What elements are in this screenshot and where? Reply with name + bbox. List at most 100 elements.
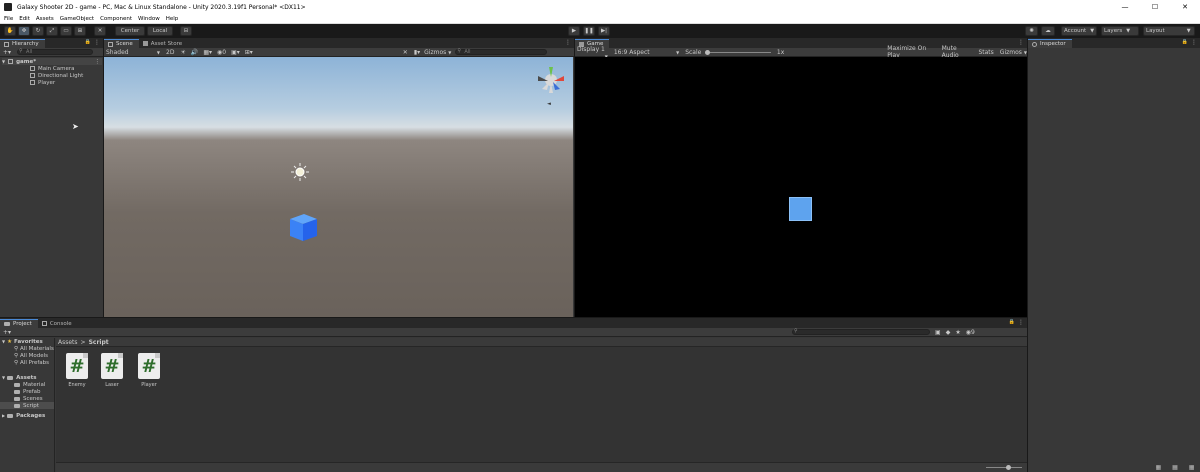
hierarchy-search-input[interactable]: All — [17, 49, 94, 55]
project-search-input[interactable] — [792, 329, 931, 335]
scale-tool-icon[interactable]: ⤢ — [46, 26, 58, 36]
progress-icon[interactable]: ▦ — [1172, 464, 1178, 471]
move-tool-icon[interactable]: ✥ — [18, 26, 30, 36]
layers-dropdown[interactable]: Layers ▼ — [1101, 26, 1139, 36]
hidden-objects-icon[interactable]: ◉0 — [217, 49, 226, 56]
folder-material[interactable]: Material — [14, 381, 45, 388]
lighting-icon[interactable]: ☀ — [180, 49, 185, 56]
shading-mode-dropdown[interactable]: Shaded ▼ — [106, 49, 160, 56]
folder-prefab[interactable]: Prefab — [14, 388, 41, 395]
rect-tool-icon[interactable]: ▭ — [60, 26, 72, 36]
close-button[interactable]: ✕ — [1170, 0, 1200, 14]
tab-inspector[interactable]: Inspector — [1028, 39, 1072, 48]
account-dropdown[interactable]: Account ▼ — [1061, 26, 1097, 36]
directional-light-icon[interactable] — [291, 163, 309, 181]
packages-row[interactable]: ▶ Packages — [2, 412, 45, 419]
transform-tool-icon[interactable]: ⊞ — [74, 26, 86, 36]
script-asset-enemy[interactable]: # Enemy — [64, 353, 90, 388]
layout-dropdown[interactable]: Layout ▼ — [1143, 26, 1195, 36]
scene-menu-icon[interactable]: ⋮ — [95, 59, 101, 65]
pivot-local-button[interactable]: Local — [147, 26, 173, 36]
scene-search-input[interactable]: All — [455, 49, 548, 55]
script-asset-player[interactable]: # Player — [136, 353, 162, 388]
game-viewport[interactable] — [575, 57, 1027, 317]
panel-menu-icon[interactable]: ⋮ — [1018, 319, 1024, 326]
cloud-icon[interactable]: ☁ — [1041, 26, 1055, 36]
pause-button-icon[interactable]: ❚❚ — [583, 26, 595, 36]
wrench-icon[interactable]: ✕ — [403, 49, 408, 56]
play-button-icon[interactable]: ▶ — [568, 26, 580, 36]
menu-assets[interactable]: Assets — [36, 16, 54, 22]
scene-viewport[interactable]: ◄ — [104, 57, 573, 317]
assets-row[interactable]: ▼ Assets — [2, 374, 37, 381]
scene-camera-icon[interactable]: ▮▾ — [414, 49, 420, 56]
scene-root-row[interactable]: ▼ game* ⋮ — [2, 58, 102, 65]
create-asset-icon[interactable]: +▾ — [3, 329, 11, 336]
scale-slider-thumb[interactable] — [705, 49, 711, 55]
debug-mode-icon[interactable]: ▦ — [1189, 464, 1195, 471]
favorite-all-prefabs[interactable]: ⚲ All Prefabs — [14, 359, 49, 366]
2d-toggle-button[interactable]: 2D — [166, 49, 174, 56]
auto-generate-lighting-icon[interactable]: ▦ — [1155, 464, 1161, 471]
audio-icon[interactable]: 🔊 — [191, 49, 198, 56]
hand-tool-icon[interactable]: ✋ — [4, 26, 16, 36]
maximize-button[interactable]: ☐ — [1140, 0, 1170, 14]
icon-size-slider[interactable] — [986, 465, 1022, 470]
script-asset-laser[interactable]: # Laser — [99, 353, 125, 388]
tab-hierarchy[interactable]: Hierarchy — [0, 39, 45, 48]
menu-gameobject[interactable]: GameObject — [60, 16, 94, 22]
aspect-dropdown[interactable]: 16:9 Aspect ▼ — [614, 49, 679, 56]
panel-menu-icon[interactable]: ⋮ — [1018, 39, 1024, 46]
custom-tool-icon[interactable]: ✕ — [94, 26, 106, 36]
stats-toggle[interactable]: Stats — [978, 49, 993, 56]
tab-console[interactable]: Console — [38, 319, 78, 328]
tab-asset-store[interactable]: Asset Store — [139, 39, 188, 48]
effects-icon[interactable]: ▦▾ — [203, 49, 212, 56]
favorite-all-materials[interactable]: ⚲ All Materials — [14, 345, 54, 352]
expand-arrow-icon[interactable]: ▼ — [2, 339, 5, 344]
icon-size-slider-thumb[interactable] — [1006, 465, 1011, 470]
scene-orientation-gizmo-icon[interactable] — [538, 67, 564, 93]
favorites-row[interactable]: ▼ ★ Favorites — [2, 338, 43, 345]
menu-component[interactable]: Component — [100, 16, 132, 22]
search-by-label-icon[interactable]: ◆ — [946, 329, 951, 336]
breadcrumb-current[interactable]: Script — [89, 339, 109, 346]
menu-edit[interactable]: Edit — [19, 16, 30, 22]
search-by-type-icon[interactable]: ▣ — [935, 329, 941, 336]
expand-arrow-icon[interactable]: ▼ — [2, 375, 5, 380]
tab-scene[interactable]: Scene — [104, 39, 139, 48]
menu-window[interactable]: Window — [138, 16, 160, 22]
breadcrumb-root[interactable]: Assets — [58, 339, 78, 346]
rotate-tool-icon[interactable]: ↻ — [32, 26, 44, 36]
panel-menu-icon[interactable]: ⋮ — [565, 39, 571, 46]
menu-help[interactable]: Help — [166, 16, 179, 22]
hierarchy-item-main-camera[interactable]: Main Camera — [30, 65, 74, 72]
collab-icon[interactable]: ✺ — [1025, 26, 1038, 36]
tab-project[interactable]: Project — [0, 319, 38, 328]
folder-script[interactable]: Script — [0, 402, 54, 409]
tools-icon[interactable]: ⊞▾ — [245, 49, 253, 56]
lock-icon[interactable]: 🔒 — [85, 39, 91, 45]
game-gizmos-toggle[interactable]: Gizmos — [1000, 49, 1022, 56]
expand-arrow-icon[interactable]: ▶ — [2, 413, 5, 418]
favorite-star-icon[interactable]: ★ — [955, 329, 960, 336]
scale-slider[interactable] — [705, 49, 771, 55]
lock-icon[interactable]: 🔒 — [1009, 319, 1015, 325]
pivot-center-button[interactable]: Center — [115, 26, 145, 36]
folder-scenes[interactable]: Scenes — [14, 395, 43, 402]
grid-snap-icon[interactable]: ⊟ — [180, 26, 192, 36]
hierarchy-item-player[interactable]: Player — [30, 79, 55, 86]
favorite-all-models[interactable]: ⚲ All Models — [14, 352, 48, 359]
camera-icon[interactable]: ▣▾ — [231, 49, 240, 56]
expand-arrow-icon[interactable]: ▼ — [2, 59, 5, 64]
player-cube[interactable] — [290, 214, 317, 241]
panel-menu-icon[interactable]: ⋮ — [1191, 39, 1197, 46]
lock-icon[interactable]: 🔒 — [1182, 39, 1188, 45]
add-object-icon[interactable]: +▾ — [3, 49, 11, 56]
gizmos-dropdown[interactable]: Gizmos ▼ — [424, 49, 451, 56]
panel-menu-icon[interactable]: ⋮ — [94, 39, 100, 46]
step-button-icon[interactable]: ▶| — [598, 26, 610, 36]
hierarchy-item-directional-light[interactable]: Directional Light — [30, 72, 83, 79]
minimize-button[interactable]: — — [1110, 0, 1140, 14]
menu-file[interactable]: File — [4, 16, 13, 22]
